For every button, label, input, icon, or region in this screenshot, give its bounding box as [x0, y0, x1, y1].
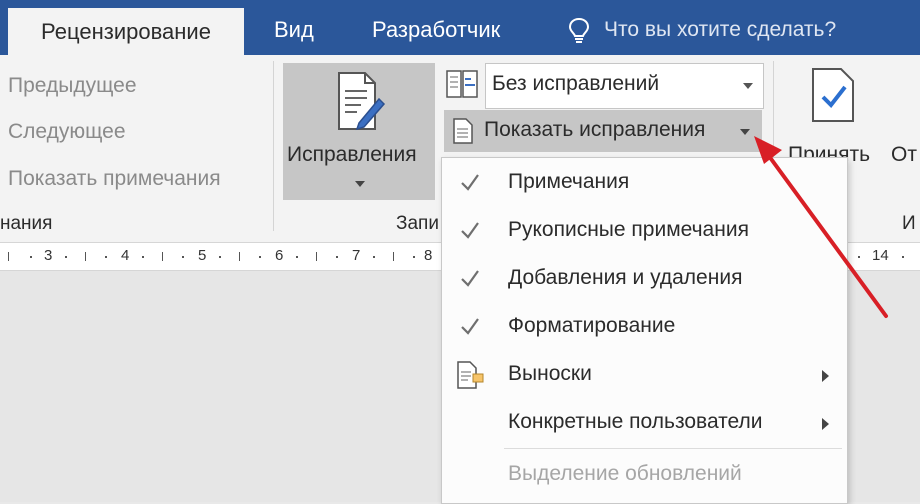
ruler-dot [30, 256, 32, 258]
ruler-tick [162, 252, 163, 261]
accept-icon [812, 68, 854, 122]
changes-group-label: И [902, 213, 916, 234]
menu-item-label: Примечания [508, 170, 630, 193]
tab-review[interactable]: Рецензирование [8, 8, 244, 55]
comments-group-label: нания [0, 213, 53, 234]
markup-view-combo[interactable]: Без исправлений [485, 63, 764, 109]
ruler-number: 5 [198, 247, 207, 264]
ruler-dot [259, 256, 261, 258]
menu-item-highlight-updates: Выделение обновлений [442, 452, 847, 500]
checkmark-icon [461, 222, 479, 239]
group-separator [273, 61, 274, 231]
ruler-tick [239, 252, 240, 261]
checkmark-icon [461, 270, 479, 287]
menu-item-label: Выделение обновлений [508, 462, 742, 485]
ruler-dot [219, 256, 221, 258]
balloons-icon [457, 361, 484, 389]
menu-item-balloons[interactable]: Выноски [442, 352, 847, 400]
ruler-dot [296, 256, 298, 258]
red-pointer-arrow [754, 136, 888, 318]
submenu-arrow-icon [822, 370, 829, 382]
track-changes-label: Исправления [287, 143, 417, 166]
track-changes-button[interactable]: Исправления [283, 63, 435, 200]
checkmark-icon [461, 174, 479, 191]
ruler-dot [105, 256, 107, 258]
ruler-number: 6 [275, 247, 284, 264]
menu-item-label: Выноски [508, 362, 592, 385]
ruler-dot [182, 256, 184, 258]
menu-item-label: Рукописные примечания [508, 218, 749, 241]
track-changes-icon [338, 72, 386, 131]
ruler-tick [85, 252, 86, 261]
menu-item-specific-people[interactable]: Конкретные пользователи [442, 400, 847, 448]
tab-developer[interactable]: Разработчик [372, 0, 500, 55]
previous-comment-button[interactable]: Предыдущее [8, 74, 137, 98]
menu-separator [504, 448, 842, 449]
display-for-review-icon [446, 70, 478, 98]
menu-item-label: Форматирование [508, 314, 676, 337]
ruler-number: 4 [121, 247, 130, 264]
show-markup-label: Показать исправления [484, 118, 706, 141]
ruler-dot [65, 256, 67, 258]
submenu-arrow-icon [822, 418, 829, 430]
ruler-tick [8, 252, 9, 261]
show-comments-button[interactable]: Показать примечания [8, 167, 221, 191]
document-icon [453, 118, 473, 144]
ruler-tick [393, 252, 394, 261]
ribbon-tab-bar: Рецензирование Вид Разработчик Что вы хо… [0, 0, 920, 55]
checkmark-icon [461, 318, 479, 335]
menu-item-label: Конкретные пользователи [508, 410, 763, 433]
tracking-group-label: Запи [396, 213, 439, 234]
ruler-dot [373, 256, 375, 258]
menu-item-label: Добавления и удаления [508, 266, 743, 289]
markup-view-value: Без исправлений [492, 72, 660, 95]
next-comment-button[interactable]: Следующее [8, 120, 126, 144]
dropdown-arrow-icon [743, 83, 753, 89]
ruler-dot [336, 256, 338, 258]
tell-me-search[interactable]: Что вы хотите сделать? [568, 0, 868, 55]
lightbulb-icon [568, 17, 590, 43]
tab-view[interactable]: Вид [274, 0, 314, 55]
show-markup-button[interactable]: Показать исправления [444, 110, 762, 152]
ruler-tick [316, 252, 317, 261]
ruler-number: 8 [424, 247, 433, 264]
ruler-dot [142, 256, 144, 258]
ruler-number: 3 [44, 247, 53, 264]
tell-me-placeholder: Что вы хотите сделать? [604, 18, 837, 41]
ruler-dot [413, 256, 415, 258]
chevron-down-icon [355, 181, 365, 187]
ruler-dot [902, 256, 904, 258]
ruler-number: 7 [352, 247, 361, 264]
